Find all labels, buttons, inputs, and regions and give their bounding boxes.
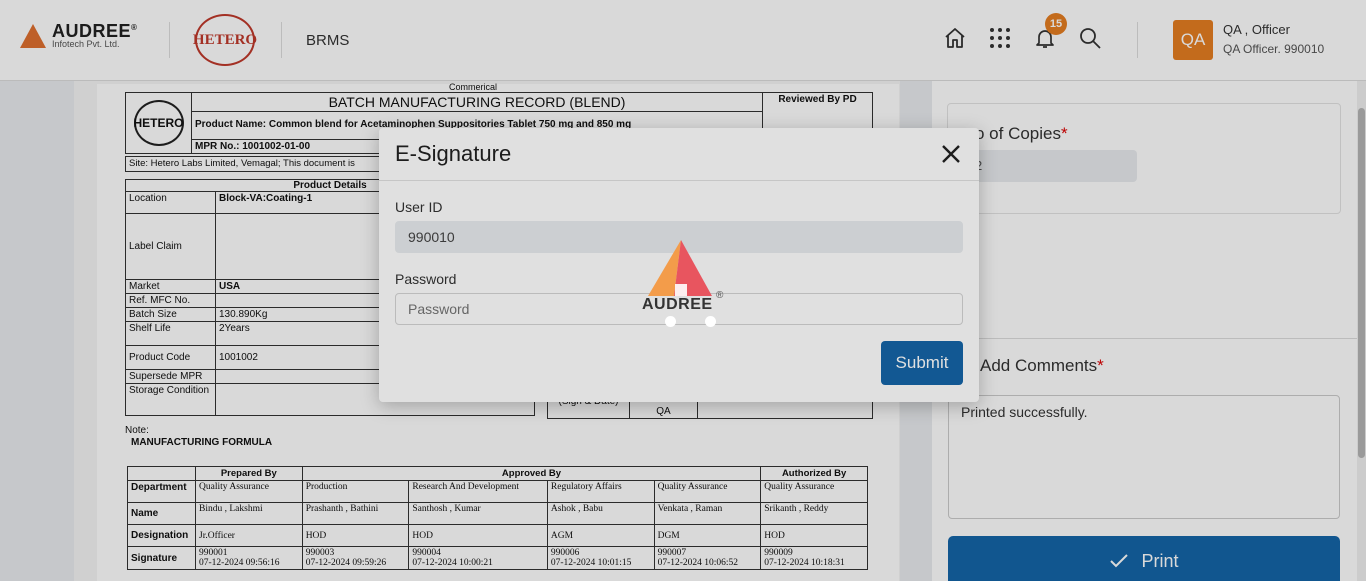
audree-loader: AUDREE ® xyxy=(640,238,730,330)
audree-loader-mark xyxy=(648,240,712,296)
loader-dot xyxy=(705,316,716,327)
loader-dot xyxy=(665,316,676,327)
loader-registered: ® xyxy=(716,290,724,301)
loader-text: AUDREE xyxy=(642,296,713,313)
